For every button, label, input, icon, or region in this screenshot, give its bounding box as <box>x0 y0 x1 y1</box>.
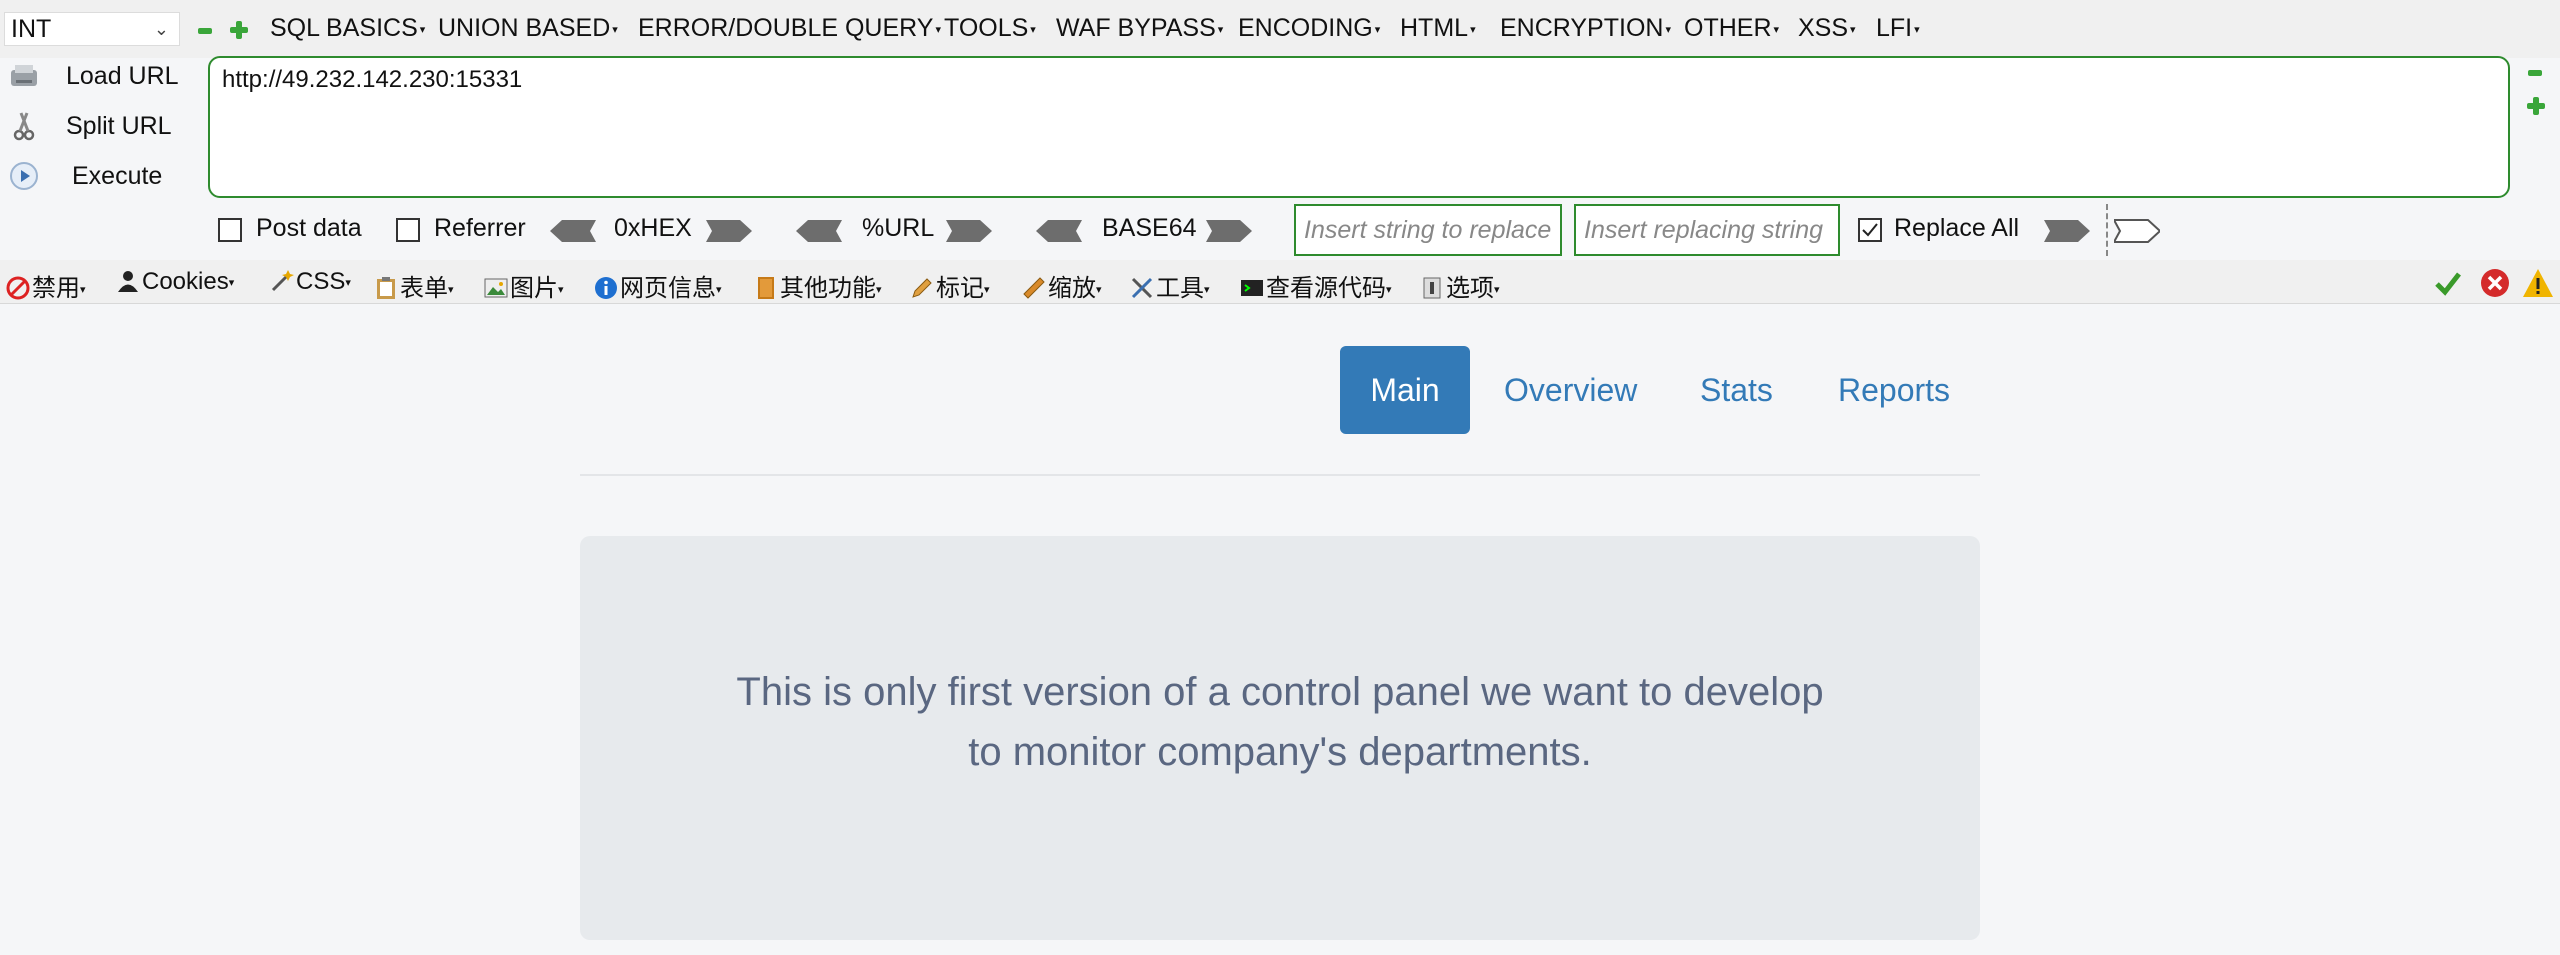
error-icon[interactable] <box>2480 268 2510 298</box>
menu-encryption[interactable]: ENCRYPTION ▾ <box>1500 14 1671 43</box>
url-encode-arrow-icon[interactable] <box>946 218 992 244</box>
fb-css[interactable]: CSS▾ <box>270 268 351 296</box>
referrer-label: Referrer <box>434 214 526 242</box>
fb-view-source[interactable]: 查看源代码▾ <box>1240 268 1392 303</box>
options-icon <box>1423 277 1441 299</box>
hex-encode-arrow-icon[interactable] <box>706 218 752 244</box>
hex-decode-arrow-icon[interactable] <box>550 218 596 244</box>
check-icon[interactable] <box>2434 270 2462 296</box>
base64-decode-arrow-icon[interactable] <box>1036 218 1082 244</box>
replace-next-arrow-icon[interactable] <box>2114 218 2160 244</box>
pencil-icon <box>912 278 932 298</box>
expand-icon[interactable] <box>2526 96 2545 115</box>
user-icon <box>118 271 138 292</box>
header-divider <box>580 474 1980 476</box>
separator <box>2106 204 2108 256</box>
jumbotron: This is only first version of a control … <box>580 536 1980 940</box>
nav-reports[interactable]: Reports <box>1838 346 1950 434</box>
fb-options[interactable]: 选项▾ <box>1420 268 1500 303</box>
fb-tools[interactable]: 工具▾ <box>1130 268 1210 303</box>
info-icon <box>595 277 617 299</box>
hackbar-menu-bar: INT ⌄ SQL BASICS ▾ UNION BASED ▾ ERROR/DOU… <box>0 0 2560 58</box>
nav-overview[interactable]: Overview <box>1504 346 1637 434</box>
menu-lfi[interactable]: LFI ▾ <box>1876 14 1920 43</box>
fb-cookies[interactable]: Cookies▾ <box>116 268 234 296</box>
shrink-icon[interactable] <box>2526 64 2544 82</box>
menu-encoding[interactable]: ENCODING ▾ <box>1238 14 1380 43</box>
menu-tools[interactable]: TOOLS ▾ <box>944 14 1036 43</box>
menu-union-based[interactable]: UNION BASED ▾ <box>438 14 618 43</box>
play-icon <box>10 162 38 190</box>
terminal-icon <box>1241 280 1263 296</box>
base64-encode-arrow-icon[interactable] <box>1206 218 1252 244</box>
menu-html[interactable]: HTML ▾ <box>1400 14 1476 43</box>
hex-label: 0xHEX <box>614 214 692 242</box>
ruler-icon <box>1023 277 1045 299</box>
minus-icon[interactable] <box>196 22 214 40</box>
fb-page-info[interactable]: 网页信息▾ <box>594 268 722 303</box>
fb-disable[interactable]: 禁用▾ <box>6 268 86 303</box>
base64-label: BASE64 <box>1102 214 1197 242</box>
nav-main[interactable]: Main <box>1340 346 1470 434</box>
fb-images[interactable]: 图片▾ <box>484 268 564 303</box>
tools-icon <box>1131 277 1153 299</box>
scissors-icon <box>13 112 35 141</box>
referrer-checkbox[interactable] <box>396 218 420 242</box>
jumbotron-text: This is only first version of a control … <box>580 662 1980 782</box>
fb-forms[interactable]: 表单▾ <box>374 268 454 303</box>
fb-misc[interactable]: 其他功能▾ <box>754 268 882 303</box>
load-url-icon <box>11 65 37 86</box>
post-data-checkbox[interactable] <box>218 218 242 242</box>
book-icon <box>758 277 774 299</box>
menu-waf-bypass[interactable]: WAF BYPASS ▾ <box>1056 14 1223 43</box>
replace-string-input[interactable]: Insert replacing string <box>1574 204 1840 256</box>
disable-icon <box>6 276 30 300</box>
image-icon <box>484 278 508 298</box>
url-decode-arrow-icon[interactable] <box>796 218 842 244</box>
type-select-value: INT <box>11 15 52 43</box>
menu-other[interactable]: OTHER ▾ <box>1684 14 1779 43</box>
replace-arrow-icon[interactable] <box>2044 218 2090 244</box>
chevron-down-icon: ⌄ <box>153 19 169 39</box>
nav-stats[interactable]: Stats <box>1700 346 1773 434</box>
web-developer-toolbar: 禁用▾ Cookies▾ CSS▾ 表单▾ 图片▾ 网页信息▾ 其他功能▾ 标记… <box>0 260 2560 304</box>
replace-all-checkbox[interactable] <box>1858 218 1882 242</box>
menu-sql-basics[interactable]: SQL BASICS ▾ <box>270 14 425 43</box>
menu-error-double-query[interactable]: ERROR/DOUBLE QUERY ▾ <box>638 14 941 43</box>
jumbotron-line-2: to monitor company's departments. <box>968 730 1592 774</box>
fb-resize[interactable]: 缩放▾ <box>1022 268 1102 303</box>
post-data-label: Post data <box>256 214 362 242</box>
wand-icon <box>271 270 294 292</box>
clipboard-icon <box>377 277 395 299</box>
checkmark-icon <box>1862 223 1878 237</box>
warning-icon[interactable] <box>2522 268 2554 298</box>
url-input[interactable]: http://49.232.142.230:15331 <box>208 56 2510 198</box>
jumbotron-line-1: This is only first version of a control … <box>736 670 1824 714</box>
replace-all-label: Replace All <box>1894 214 2020 242</box>
plus-icon[interactable] <box>229 20 248 39</box>
fb-outline[interactable]: 标记▾ <box>910 268 990 303</box>
menu-xss[interactable]: XSS ▾ <box>1798 14 1856 43</box>
type-select[interactable]: INT ⌄ <box>4 12 180 46</box>
url-encode-label: %URL <box>862 214 935 242</box>
find-string-input[interactable]: Insert string to replace <box>1294 204 1562 256</box>
